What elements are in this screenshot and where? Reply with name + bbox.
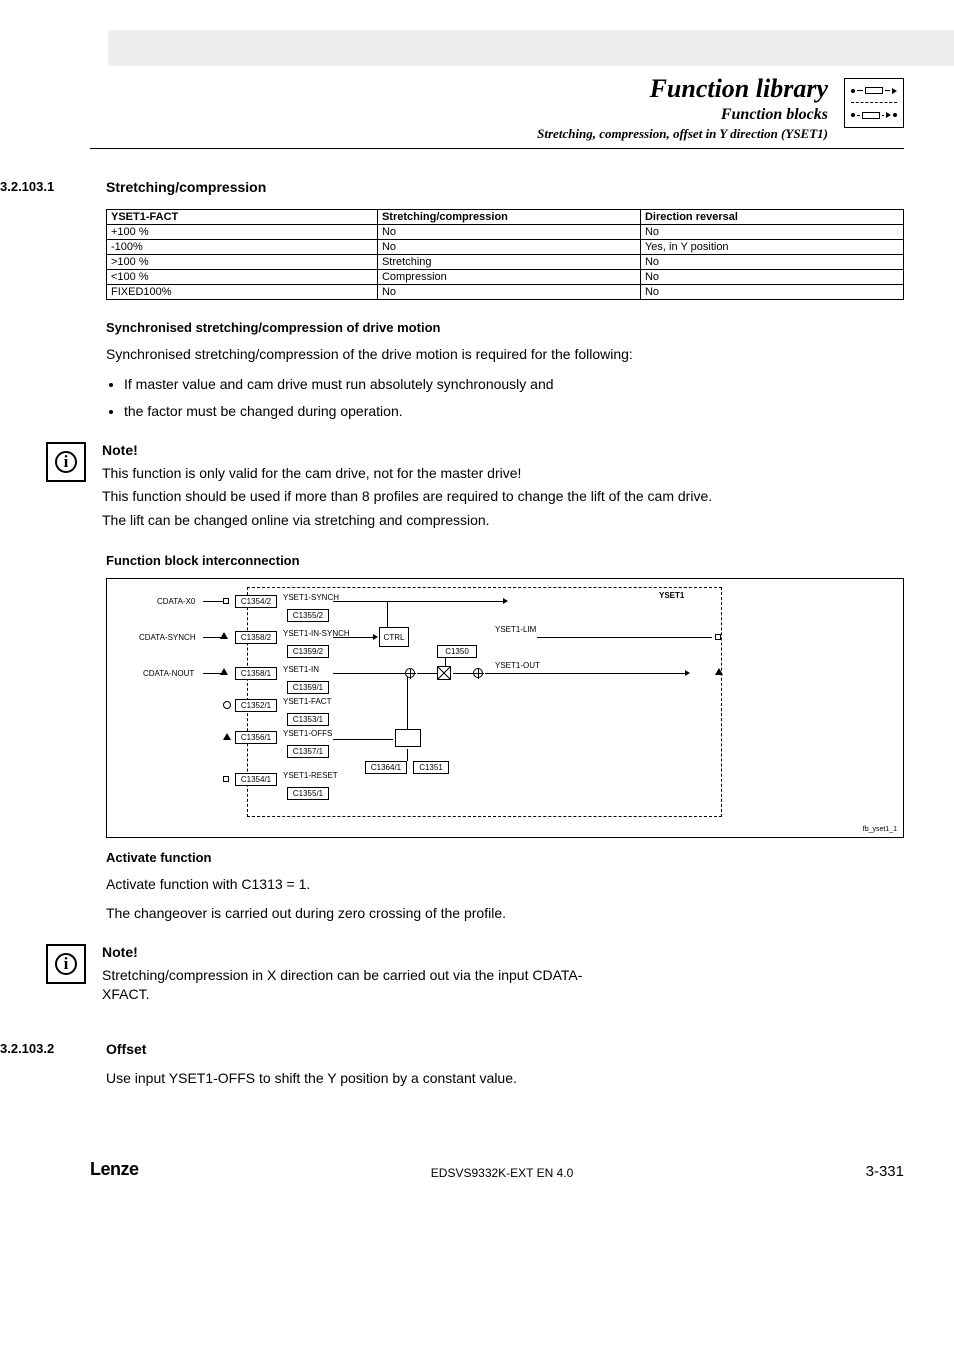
diagram-label: YSET1-IN [283,665,319,674]
table-cell: No [640,285,903,300]
section-offset: 3.2.103.2 Offset Use input YSET1-OFFS to… [90,1041,904,1099]
note-text: This function should be used if more tha… [102,487,712,507]
diagram-label: C1359/2 [287,645,329,658]
table-cell: No [640,270,903,285]
diagram-label: C1355/2 [287,609,329,622]
table-row: FIXED100% No No [107,285,904,300]
table-cell: Yes, in Y position [640,240,903,255]
info-icon: i [46,442,86,482]
list-item: If master value and cam drive must run a… [124,375,904,395]
table-cell: Compression [377,270,640,285]
diagram-label: C1353/1 [287,713,329,726]
table-cell: No [640,225,903,240]
note-text: This function is only valid for the cam … [102,464,712,484]
diagram-label: CDATA-X0 [157,597,195,606]
diagram-label: YSET1-SYNCH [283,593,339,602]
diagram-label: C1356/1 [235,731,277,744]
page-footer: Lenze EDSVS9332K-EXT EN 4.0 3-331 [90,1159,904,1180]
diagram-title: YSET1 [659,591,684,600]
diagram-label: C1352/1 [235,699,277,712]
diagram-label: YSET1-OUT [495,661,540,670]
table-header: Stretching/compression [377,210,640,225]
table-cell: No [640,255,903,270]
interconnection-diagram: YSET1 CDATA-X0 C1354/2 YSET1-SYNCH C1355… [106,578,904,838]
table-cell: No [377,240,640,255]
activate-heading: Activate function [106,850,904,865]
list-item: the factor must be changed during operat… [124,402,904,422]
page-topbar [108,30,954,66]
section-number: 3.2.103.1 [0,179,90,1027]
activate-text: Activate function with C1313 = 1. [106,875,904,895]
page-number: 3-331 [866,1163,904,1180]
diagram-label: CTRL [379,627,409,647]
info-icon: i [46,944,86,984]
table-cell: >100 % [107,255,378,270]
diagram-label: YSET1-OFFS [283,729,332,738]
function-block-icon [844,78,904,128]
table-cell: No [377,285,640,300]
note-title: Note! [102,944,602,960]
table-row: -100% No Yes, in Y position [107,240,904,255]
note-title: Note! [102,442,712,458]
interconnection-heading: Function block interconnection [106,553,904,568]
diagram-label: C1358/2 [235,631,277,644]
table-cell: FIXED100% [107,285,378,300]
diagram-label: C1364/1 [365,761,407,774]
diagram-label: CDATA-SYNCH [139,633,196,642]
table-header: Direction reversal [640,210,903,225]
diagram-label: C1354/1 [235,773,277,786]
fact-table: YSET1-FACT Stretching/compression Direct… [106,209,904,300]
diagram-label: C1354/2 [235,595,277,608]
diagram-label: C1351 [413,761,449,774]
note-text: Stretching/compression in X direction ca… [102,966,602,1005]
section-title: Offset [106,1041,904,1057]
doc-id: EDSVS9332K-EXT EN 4.0 [431,1166,574,1180]
table-row: +100 % No No [107,225,904,240]
header-title: Function library [90,74,828,104]
offset-text: Use input YSET1-OFFS to shift the Y posi… [106,1069,904,1089]
diagram-label: C1350 [437,645,477,658]
section-title: Stretching/compression [106,179,904,195]
sync-text: Synchronised stretching/compression of t… [106,345,904,365]
table-cell: Stretching [377,255,640,270]
section-number: 3.2.103.2 [0,1041,90,1099]
header-subtitle: Function blocks [90,106,828,124]
sync-heading: Synchronised stretching/compression of d… [106,320,904,335]
diagram-label: C1359/1 [287,681,329,694]
diagram-label: YSET1-FACT [283,697,331,706]
table-cell: +100 % [107,225,378,240]
diagram-label: C1355/1 [287,787,329,800]
diagram-label: CDATA-NOUT [143,669,194,678]
section-stretching: 3.2.103.1 Stretching/compression YSET1-F… [90,179,904,1027]
note-text: The lift can be changed online via stret… [102,511,712,531]
table-cell: No [377,225,640,240]
brand-logo: Lenze [90,1159,139,1180]
table-row: >100 % Stretching No [107,255,904,270]
diagram-caption: fb_yset1_1 [863,826,897,833]
table-cell: -100% [107,240,378,255]
diagram-label: YSET1-LIM [495,625,536,634]
diagram-label: C1357/1 [287,745,329,758]
table-row: <100 % Compression No [107,270,904,285]
activate-text: The changeover is carried out during zer… [106,904,904,924]
page-header: Function library Function blocks Stretch… [90,74,904,149]
header-subtitle2: Stretching, compression, offset in Y dir… [90,126,828,142]
table-header: YSET1-FACT [107,210,378,225]
diagram-label: YSET1-RESET [283,771,338,780]
diagram-label: C1358/1 [235,667,277,680]
table-cell: <100 % [107,270,378,285]
